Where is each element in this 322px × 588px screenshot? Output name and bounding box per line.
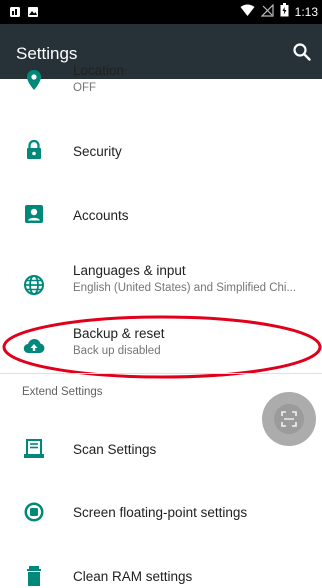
trash-icon (27, 566, 41, 586)
item-subtitle: OFF (73, 82, 96, 94)
item-title: Languages & input (73, 263, 186, 278)
lock-icon (27, 139, 41, 159)
item-title: Accounts (73, 208, 129, 223)
search-button[interactable] (291, 41, 313, 63)
settings-item-accounts[interactable]: Accounts (0, 190, 322, 240)
sim-notification-icon (9, 5, 21, 23)
search-icon (293, 43, 311, 61)
item-subtitle: Back up disabled (73, 345, 161, 357)
settings-item-clean-ram[interactable]: Clean RAM settings (0, 558, 322, 588)
globe-icon (24, 275, 44, 295)
section-header-extend: Extend Settings (22, 386, 103, 398)
settings-item-location[interactable]: Location OFF (0, 63, 322, 105)
status-bar: 1:13 (0, 0, 322, 24)
wifi-icon (240, 4, 255, 20)
screen-frame-icon (281, 411, 297, 427)
item-title: Screen floating-point settings (73, 505, 248, 520)
no-signal-icon (260, 3, 274, 20)
floating-point-inner (274, 404, 304, 434)
battery-icon (280, 3, 289, 20)
radio-dot-icon (24, 502, 44, 522)
image-notification-icon (27, 5, 39, 23)
item-subtitle: English (United States) and Simplified C… (73, 282, 297, 294)
item-title: Scan Settings (73, 442, 157, 457)
settings-item-backup-reset[interactable]: Backup & reset Back up disabled (0, 313, 322, 369)
item-title: Security (73, 144, 122, 159)
settings-item-screen-floating-point[interactable]: Screen floating-point settings (0, 496, 322, 536)
location-pin-icon (27, 70, 41, 90)
settings-item-security[interactable]: Security (0, 127, 322, 177)
settings-item-languages[interactable]: Languages & input English (United States… (0, 251, 322, 307)
scanner-icon (24, 439, 44, 458)
clock: 1:13 (294, 4, 318, 19)
item-title: Location (73, 63, 125, 78)
cloud-upload-icon (23, 339, 45, 354)
account-box-icon (25, 205, 43, 223)
page-title: Settings (16, 44, 78, 63)
settings-item-scan[interactable]: Scan Settings (0, 434, 322, 474)
item-title: Backup & reset (73, 326, 165, 341)
section-divider (0, 373, 322, 374)
